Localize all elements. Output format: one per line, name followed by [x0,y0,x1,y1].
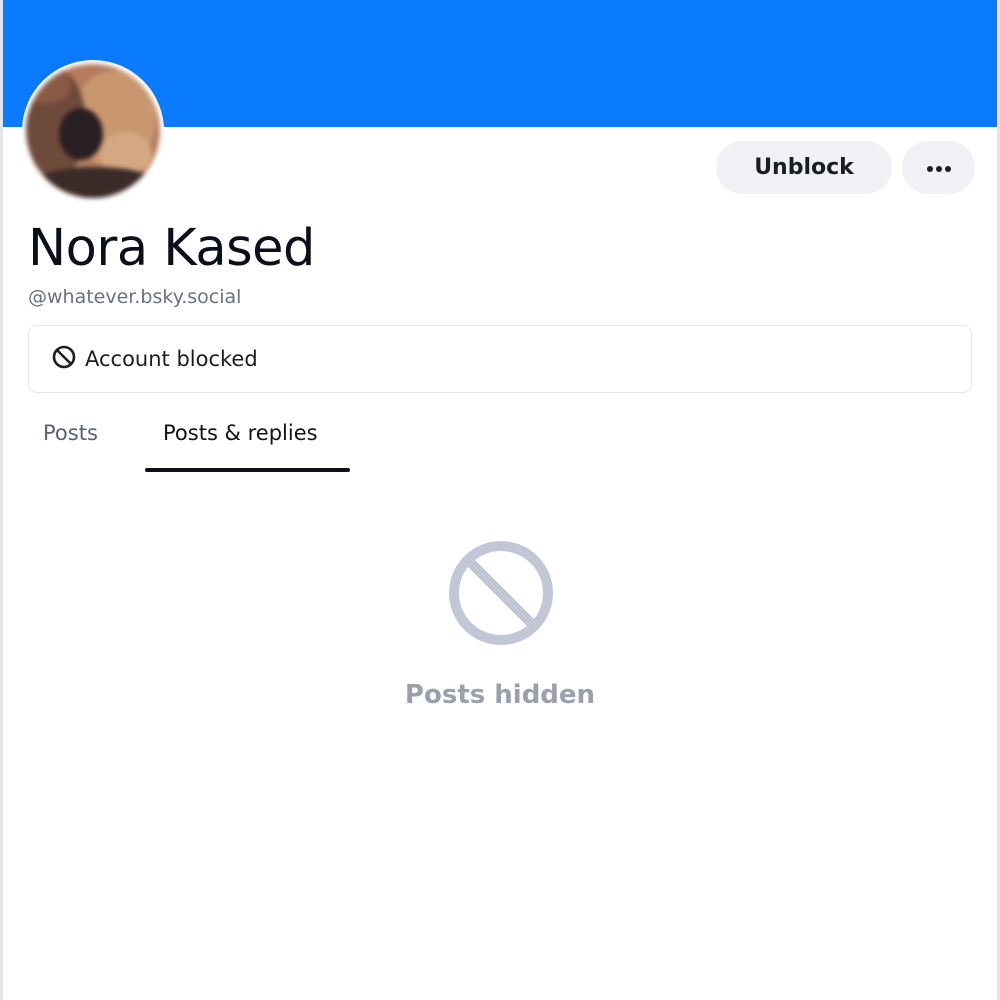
unblock-button-label: Unblock [754,155,854,180]
profile-screen: Unblock Nora Kased @whatever.bsky.social… [0,0,1000,1000]
account-blocked-notice: Account blocked [28,325,972,393]
account-blocked-label: Account blocked [85,347,258,371]
posts-hidden-label: Posts hidden [404,680,596,710]
avatar-image [26,64,160,198]
active-tab-indicator [145,468,350,472]
display-name: Nora Kased [28,219,315,278]
block-icon [446,538,556,648]
profile-handle: @whatever.bsky.social [28,286,242,308]
unblock-button[interactable]: Unblock [716,141,892,194]
more-options-button[interactable] [902,141,975,194]
block-icon [51,344,85,375]
avatar[interactable] [22,60,164,202]
tab-posts-and-replies[interactable]: Posts & replies [163,413,318,453]
ellipsis-icon [926,158,952,177]
tab-posts[interactable]: Posts [43,413,98,453]
